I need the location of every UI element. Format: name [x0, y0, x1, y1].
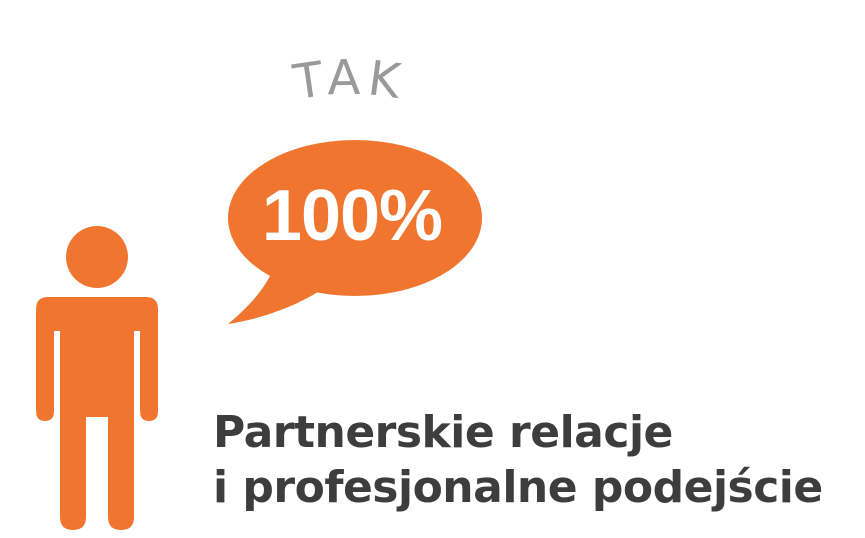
- caption: Partnerskie relacje i profesjonalne pode…: [213, 405, 863, 515]
- caption-line-1: Partnerskie relacje: [213, 407, 673, 458]
- tak-label-text: TAK: [289, 50, 410, 111]
- tak-arc-label: TAK: [289, 50, 410, 111]
- person-body: [36, 297, 158, 530]
- caption-line-2: i profesjonalne podejście: [213, 462, 823, 513]
- percentage-value: 100%: [261, 176, 443, 256]
- tak-label-path: TAK: [289, 50, 404, 111]
- person-head: [66, 226, 128, 288]
- person-icon: [36, 226, 158, 530]
